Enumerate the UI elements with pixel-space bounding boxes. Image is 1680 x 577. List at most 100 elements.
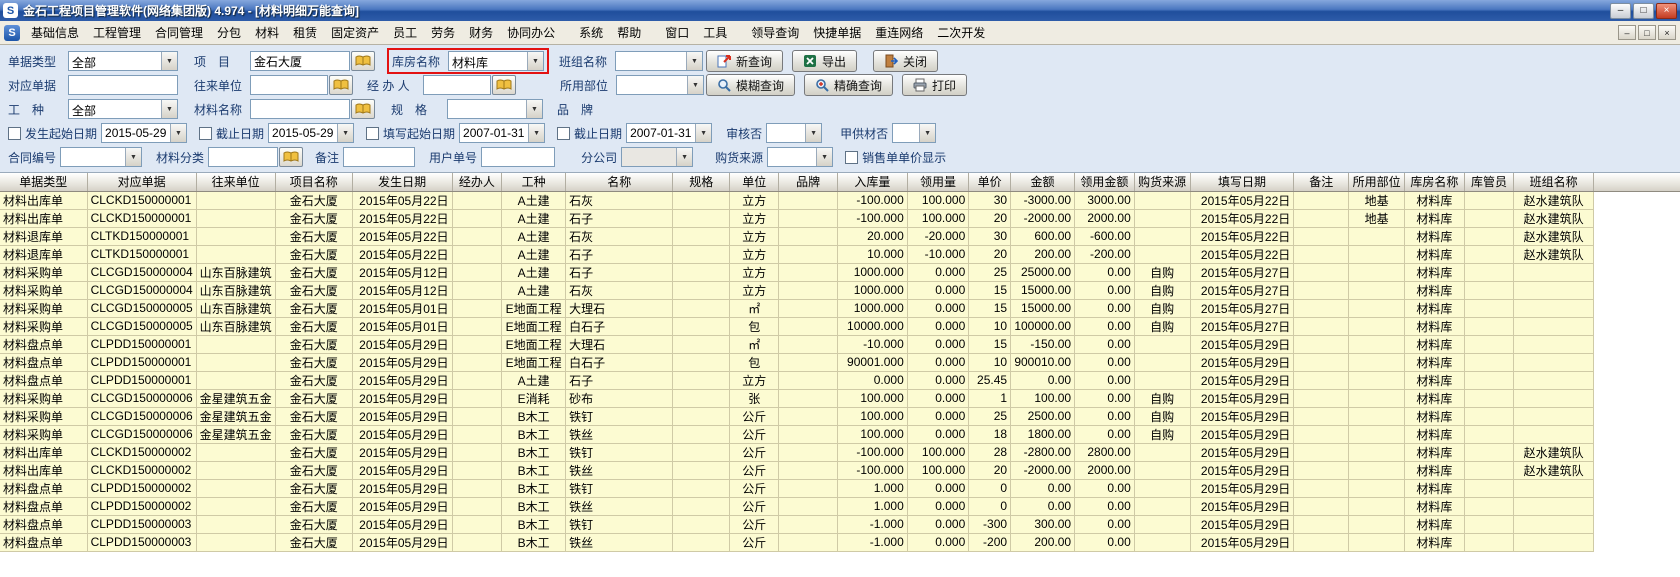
cell[interactable] [673,533,730,551]
cell[interactable]: 2015年05月29日 [1190,461,1294,479]
cell[interactable] [779,371,838,389]
cell[interactable]: 2015年05月27日 [1190,281,1294,299]
handler-input[interactable] [423,75,491,95]
chevron-down-icon[interactable]: ▼ [805,124,821,142]
cell[interactable] [1349,425,1405,443]
cell[interactable]: 材料盘点单 [0,335,87,353]
menu-item[interactable]: 材料 [248,21,286,44]
menu-item[interactable]: 分包 [210,21,248,44]
column-header[interactable]: 往来单位 [196,173,275,191]
cell[interactable]: 材料出库单 [0,191,87,209]
cell[interactable]: 材料采购单 [0,263,87,281]
cell[interactable]: 白石子 [566,353,673,371]
cell[interactable]: 10000.000 [838,317,908,335]
cell[interactable]: 0.000 [907,317,969,335]
new-query-button[interactable]: 新查询 [706,50,783,72]
cell[interactable] [196,461,275,479]
cell[interactable]: 金石大厦 [275,533,352,551]
cell[interactable]: 石灰 [566,191,673,209]
maximize-button[interactable]: □ [1633,3,1654,19]
cell[interactable]: 100.000 [907,209,969,227]
cell[interactable]: 0.00 [1075,515,1135,533]
cell[interactable]: 15000.00 [1011,281,1075,299]
cell[interactable]: ㎡ [730,299,779,317]
column-header[interactable]: 领用金额 [1075,173,1135,191]
cell[interactable]: A土建 [502,245,566,263]
cell[interactable] [1294,371,1349,389]
cell[interactable] [1514,281,1593,299]
cell[interactable]: 0.000 [907,371,969,389]
column-header[interactable]: 单据类型 [0,173,87,191]
cell[interactable]: E地面工程 [502,335,566,353]
cell[interactable]: 2800.00 [1075,443,1135,461]
cell[interactable] [1294,245,1349,263]
fill-end-checkbox[interactable] [557,127,570,140]
cell[interactable]: E地面工程 [502,317,566,335]
cell[interactable]: CLPDD150000003 [87,533,196,551]
cell[interactable]: 0.000 [907,497,969,515]
cell[interactable]: 石子 [566,371,673,389]
cell[interactable] [673,299,730,317]
cell[interactable] [452,497,502,515]
cell[interactable] [1464,209,1514,227]
cell[interactable]: CLPDD150000001 [87,371,196,389]
cell[interactable]: 1000.000 [838,299,908,317]
cell[interactable] [1294,461,1349,479]
cell[interactable]: -1.000 [838,533,908,551]
cell[interactable] [1514,335,1593,353]
cell[interactable]: 材料库 [1405,281,1465,299]
cell[interactable] [779,317,838,335]
cell[interactable]: 赵水建筑队 [1514,227,1593,245]
cell[interactable]: 20.000 [838,227,908,245]
cell[interactable]: 材料盘点单 [0,533,87,551]
cell[interactable] [673,479,730,497]
cell[interactable]: 张 [730,389,779,407]
cell[interactable]: 材料采购单 [0,281,87,299]
cell[interactable]: 0.00 [1075,281,1135,299]
cell[interactable]: 材料库 [1405,533,1465,551]
cell[interactable]: 100.000 [907,191,969,209]
cell[interactable]: 0.00 [1075,335,1135,353]
cell[interactable]: 25000.00 [1011,263,1075,281]
material-name-lookup-button[interactable] [351,99,375,119]
cell[interactable]: 0.000 [907,533,969,551]
cell[interactable]: 100.000 [838,407,908,425]
cell[interactable] [1294,299,1349,317]
cell[interactable]: 600.00 [1011,227,1075,245]
cell[interactable]: CLCKD150000001 [87,191,196,209]
cell[interactable]: 立方 [730,227,779,245]
cell[interactable]: 铁丝 [566,497,673,515]
cell[interactable] [779,497,838,515]
cell[interactable] [1464,533,1514,551]
cell[interactable]: 0.00 [1075,353,1135,371]
cell[interactable] [779,335,838,353]
cell[interactable]: 材料库 [1405,443,1465,461]
cell[interactable] [1464,425,1514,443]
cell[interactable]: -100.000 [838,443,908,461]
cell[interactable]: 材料库 [1405,299,1465,317]
cell[interactable] [779,227,838,245]
cell[interactable]: B木工 [502,497,566,515]
cell[interactable]: 0.000 [838,371,908,389]
cell[interactable]: 金石大厦 [275,245,352,263]
cell[interactable]: CLTKD150000001 [87,227,196,245]
cell[interactable]: A土建 [502,227,566,245]
cell[interactable]: 材料库 [1405,209,1465,227]
cell[interactable]: 2015年05月29日 [1190,335,1294,353]
cell[interactable]: CLCGD150000004 [87,263,196,281]
close-query-button[interactable]: 关闭 [873,50,938,72]
cell[interactable]: 3000.00 [1075,191,1135,209]
cell[interactable] [452,425,502,443]
cell[interactable]: 2015年05月29日 [352,515,452,533]
cell[interactable]: 山东百脉建筑 [196,317,275,335]
fill-start-date-select[interactable]: 2007-01-31 ▼ [459,123,545,143]
cell[interactable]: 材料盘点单 [0,479,87,497]
cell[interactable] [452,281,502,299]
mdi-close-button[interactable]: × [1658,25,1676,40]
cell[interactable] [452,461,502,479]
column-header[interactable]: 工种 [502,173,566,191]
cell[interactable] [452,227,502,245]
cell[interactable]: 1.000 [838,479,908,497]
cell[interactable]: 2015年05月22日 [1190,245,1294,263]
occur-end-date-select[interactable]: 2015-05-29 ▼ [268,123,354,143]
